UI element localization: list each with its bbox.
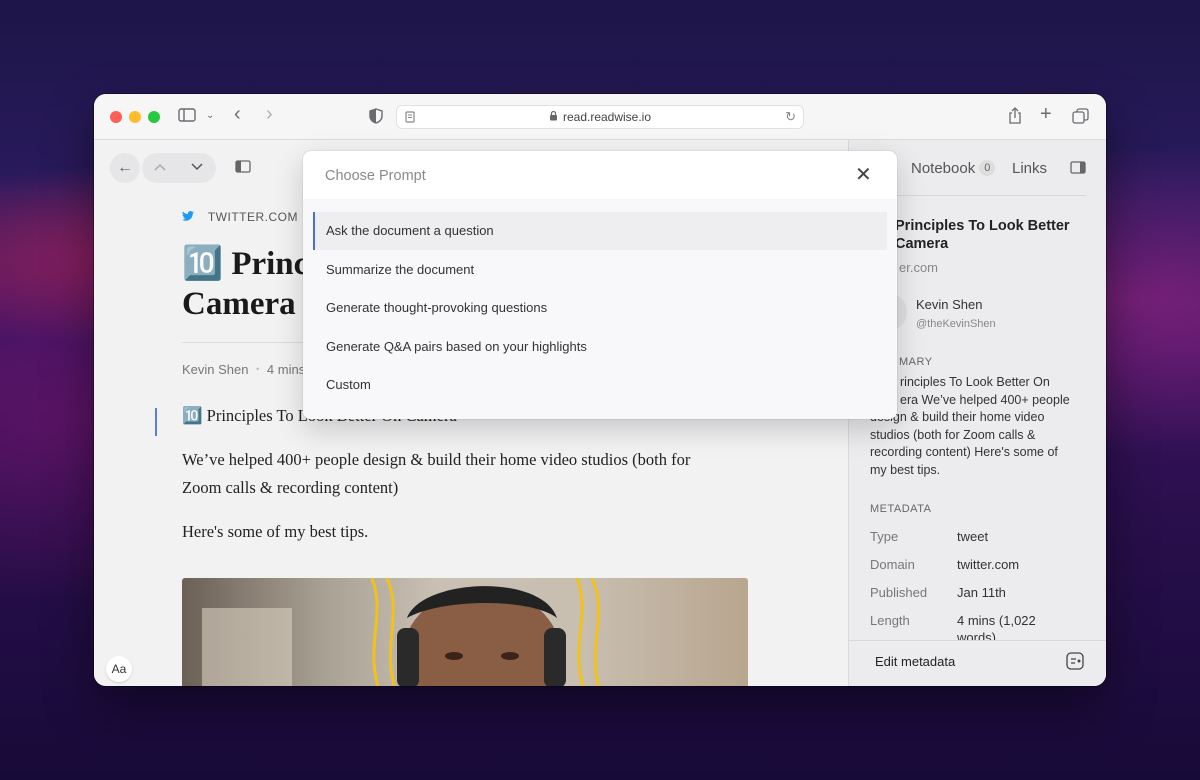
meta-label-length: Length xyxy=(870,613,910,628)
left-panel-icon[interactable] xyxy=(235,160,251,177)
sidebar-domain: er.com xyxy=(899,260,939,275)
notebook-count-badge: 0 xyxy=(979,160,996,176)
tab-notebook[interactable]: Notebook 0 xyxy=(911,160,996,177)
author-handle: @theKevinShen xyxy=(916,318,996,330)
sidebar-toggle-icon[interactable] xyxy=(178,108,196,126)
reading-position-bar xyxy=(155,408,157,436)
edit-metadata-button[interactable]: Edit metadata xyxy=(875,654,955,669)
back-icon[interactable]: ‹ xyxy=(234,104,241,124)
paragraph-3: Here's some of my best tips. xyxy=(182,522,369,541)
meta-value-length: 4 mins (1,022 xyxy=(957,613,1036,628)
chevron-up-icon[interactable] xyxy=(154,158,166,175)
source-label: TWITTER.COM xyxy=(182,210,298,224)
metadata-heading: METADATA xyxy=(870,503,932,515)
back-arrow-icon[interactable]: ← xyxy=(110,153,140,183)
minimize-window-button[interactable] xyxy=(129,111,141,123)
chevron-down-icon[interactable] xyxy=(191,158,203,175)
sidebar-footer: Edit metadata xyxy=(849,640,1106,686)
paragraph-2a: We’ve helped 400+ people design & build … xyxy=(182,450,691,469)
lock-icon xyxy=(549,110,558,124)
tabs-overview-icon[interactable] xyxy=(1072,108,1089,128)
url-text: read.readwise.io xyxy=(562,110,652,124)
prompt-option-custom[interactable]: Custom xyxy=(313,366,887,404)
right-panel-icon[interactable] xyxy=(1070,161,1086,179)
close-window-button[interactable] xyxy=(110,111,122,123)
meta-value-domain: twitter.com xyxy=(957,557,1020,572)
share-icon[interactable] xyxy=(1008,107,1022,128)
meta-value-published: Jan 11th xyxy=(957,585,1006,600)
summary-heading: MARY xyxy=(899,356,933,368)
maximize-window-button[interactable] xyxy=(148,111,160,123)
reload-icon[interactable]: ↻ xyxy=(785,109,796,125)
forward-icon[interactable]: › xyxy=(266,104,273,124)
close-icon[interactable]: ✕ xyxy=(855,165,872,185)
meta-value-type: tweet xyxy=(957,529,989,544)
prompt-option-ask-question[interactable]: Ask the document a question xyxy=(313,212,887,250)
choose-prompt-modal: Choose Prompt ✕ Ask the document a quest… xyxy=(303,151,897,419)
meta-label-type: Type xyxy=(870,529,899,544)
prompt-options-list: Ask the document a question Summarize th… xyxy=(303,199,897,419)
paragraph-2b: Zoom calls & recording content) xyxy=(182,478,399,497)
chevron-down-icon[interactable]: ⌄ xyxy=(206,108,214,124)
meta-label-published: Published xyxy=(870,585,928,600)
reader-mode-icon[interactable] xyxy=(405,111,415,126)
twitter-bird-icon xyxy=(182,210,198,224)
prompt-option-summarize[interactable]: Summarize the document xyxy=(313,251,887,289)
tab-links[interactable]: Links xyxy=(1012,160,1047,177)
tabs-divider xyxy=(870,195,1086,196)
modal-header: Choose Prompt ✕ xyxy=(303,151,897,199)
author-name: Kevin Shen xyxy=(916,297,983,312)
browser-toolbar: ⌄ ‹ › read.readwise.io ↻ + xyxy=(94,94,1106,140)
summary-text: rinciples To Look Better On era We’ve he… xyxy=(870,375,1070,477)
prompt-option-qa-pairs[interactable]: Generate Q&A pairs based on your highlig… xyxy=(313,328,887,366)
modal-title: Choose Prompt xyxy=(325,168,426,184)
address-bar[interactable]: read.readwise.io ↻ xyxy=(396,105,804,129)
article-image xyxy=(182,578,748,686)
new-tab-icon[interactable]: + xyxy=(1040,104,1052,124)
meta-label-domain: Domain xyxy=(870,557,915,572)
ai-prompt-icon[interactable] xyxy=(1066,652,1084,675)
prompt-option-thought-questions[interactable]: Generate thought-provoking questions xyxy=(313,289,887,327)
font-settings-button[interactable]: Aa xyxy=(106,656,132,682)
shield-icon[interactable] xyxy=(369,108,383,128)
sidebar-doc-title: Principles To Look Better Camera xyxy=(895,218,1070,252)
byline: Kevin Shen • 4 mins xyxy=(182,362,306,377)
